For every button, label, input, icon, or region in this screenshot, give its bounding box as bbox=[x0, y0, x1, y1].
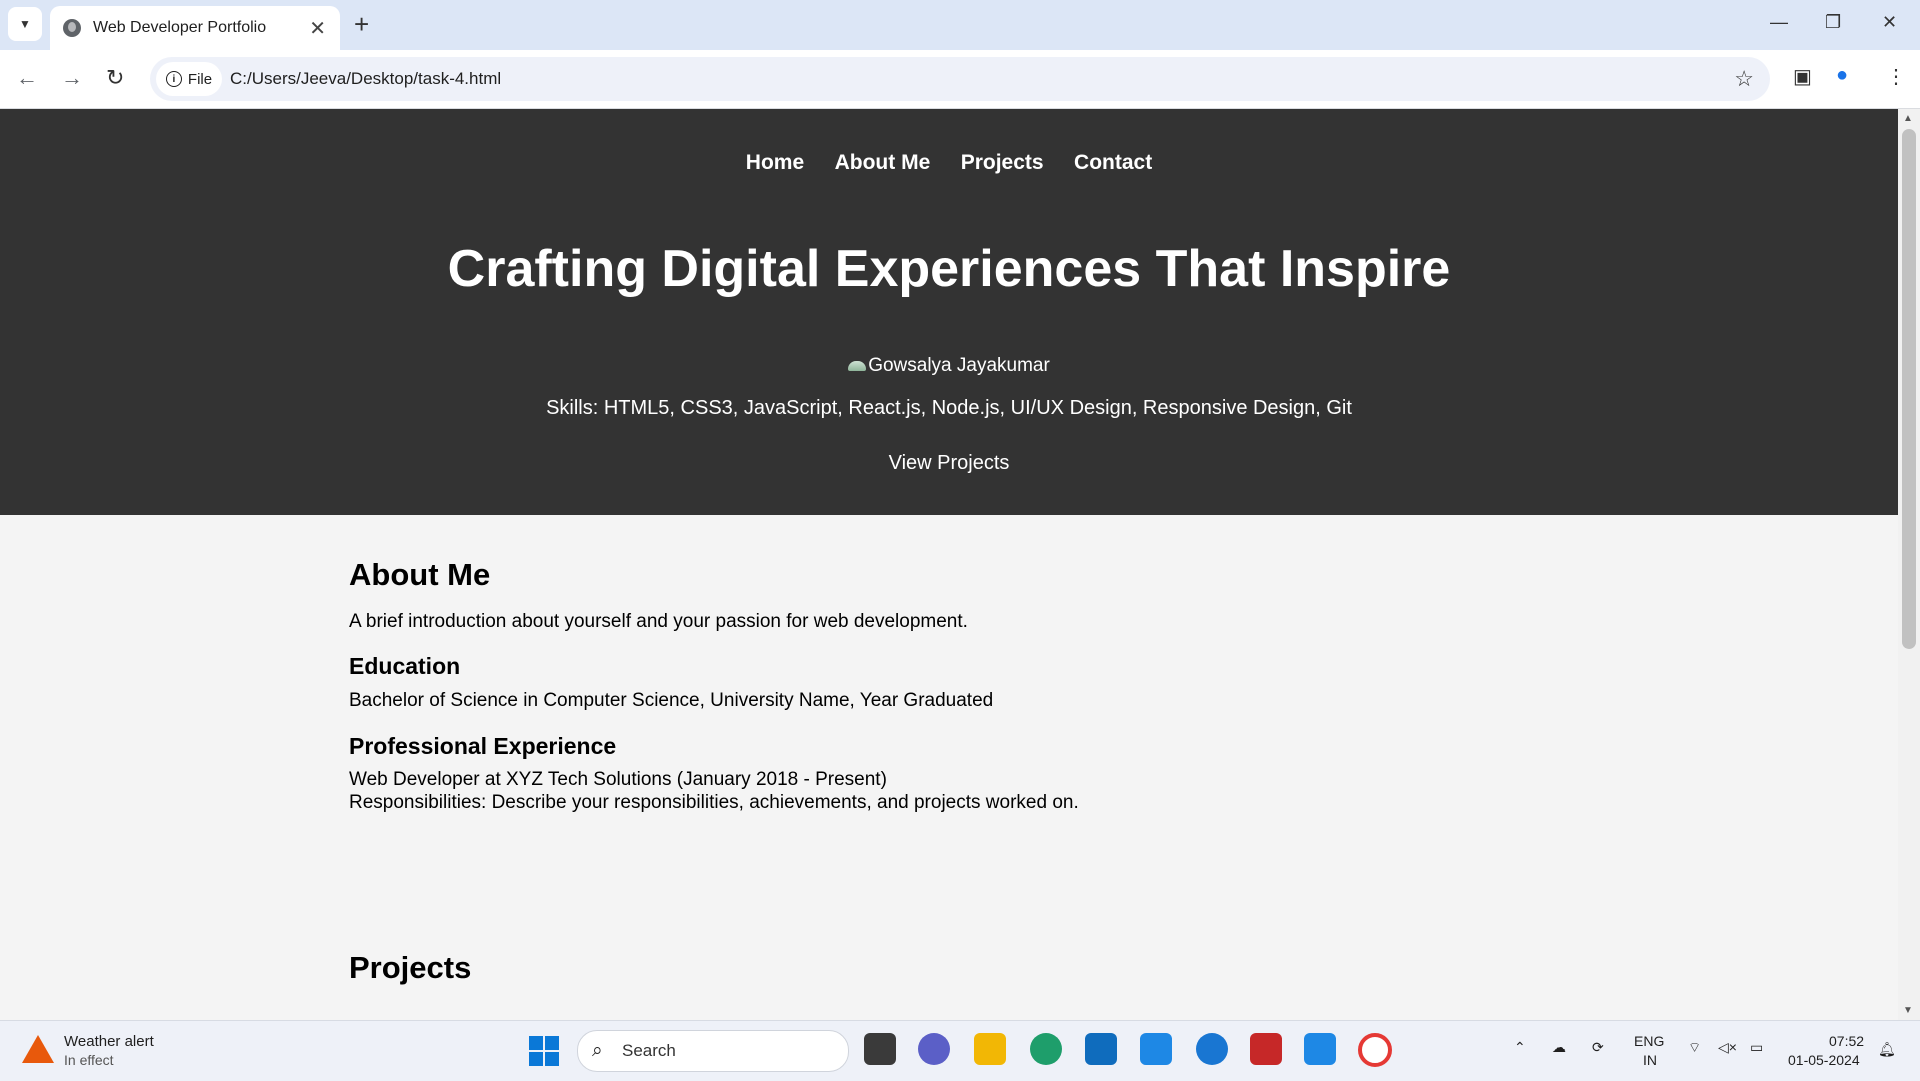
weather-alert-icon[interactable] bbox=[22, 1035, 54, 1063]
info-icon: i bbox=[165, 71, 182, 87]
projects-heading: Projects bbox=[349, 950, 472, 985]
nav-link-home[interactable]: Home bbox=[746, 151, 804, 174]
search-placeholder: Search bbox=[622, 1041, 676, 1060]
nav-link-contact[interactable]: Contact bbox=[1074, 151, 1152, 174]
back-button[interactable]: ← bbox=[16, 64, 38, 92]
page-scrollbar[interactable]: ▲ ▼ bbox=[1898, 109, 1920, 1020]
onedrive-icon[interactable]: ☁ bbox=[1552, 1039, 1566, 1056]
view-projects-link[interactable]: View Projects bbox=[0, 452, 1898, 475]
minimize-icon[interactable]: — bbox=[1770, 12, 1788, 33]
tab-title: Web Developer Portfolio bbox=[93, 19, 267, 36]
scroll-thumb[interactable] bbox=[1902, 129, 1916, 649]
skills-text: Skills: HTML5, CSS3, JavaScript, React.j… bbox=[546, 397, 1352, 419]
support-icon[interactable] bbox=[1196, 1033, 1228, 1065]
globe-icon bbox=[63, 19, 81, 37]
side-panel-icon[interactable]: ▣ bbox=[1793, 64, 1812, 89]
about-intro: A brief introduction about yourself and … bbox=[349, 611, 968, 632]
profile-alt-text: Gowsalya Jayakumar bbox=[868, 355, 1050, 376]
taskbar-search[interactable]: ⌕ Search bbox=[577, 1030, 849, 1072]
volume-muted-icon[interactable]: ◁× bbox=[1718, 1039, 1737, 1056]
task-view-icon[interactable] bbox=[864, 1033, 896, 1065]
browser-toolbar: ← → ↻ i File C:/Users/Jeeva/Desktop/task… bbox=[0, 50, 1920, 109]
chevron-down-icon: ▼ bbox=[19, 17, 31, 31]
experience-heading: Professional Experience bbox=[349, 733, 617, 759]
nav-link-projects[interactable]: Projects bbox=[961, 151, 1044, 174]
forward-button[interactable]: → bbox=[61, 64, 83, 92]
experience-line-2: Responsibilities: Describe your responsi… bbox=[349, 792, 1079, 813]
browser-tab[interactable]: Web Developer Portfolio ✕ bbox=[50, 6, 340, 50]
language-code[interactable]: ENG bbox=[1634, 1033, 1664, 1049]
vscode-icon[interactable] bbox=[1304, 1033, 1336, 1065]
mcafee-icon[interactable] bbox=[1250, 1033, 1282, 1065]
scroll-up-icon[interactable]: ▲ bbox=[1903, 113, 1913, 124]
site-info-chip[interactable]: i File bbox=[156, 62, 222, 96]
broken-image-icon bbox=[848, 361, 867, 371]
reload-button[interactable]: ↻ bbox=[106, 64, 124, 92]
url-text: C:/Users/Jeeva/Desktop/task-4.html bbox=[230, 69, 502, 88]
experience-line-1: Web Developer at XYZ Tech Solutions (Jan… bbox=[349, 769, 887, 790]
weather-subtitle: In effect bbox=[64, 1052, 114, 1068]
start-icon[interactable] bbox=[529, 1036, 559, 1066]
chip-label: File bbox=[187, 70, 213, 88]
chat-icon[interactable] bbox=[918, 1033, 950, 1065]
bookmark-star-icon[interactable]: ☆ bbox=[1734, 66, 1754, 92]
window-close-icon[interactable]: ✕ bbox=[1882, 12, 1897, 33]
tab-search-button[interactable]: ▼ bbox=[8, 7, 42, 41]
clock-time[interactable]: 07:52 bbox=[1829, 1033, 1864, 1049]
address-bar[interactable]: i File C:/Users/Jeeva/Desktop/task-4.htm… bbox=[150, 57, 1770, 101]
notification-bell-icon[interactable]: 🔔︎ bbox=[1878, 1041, 1896, 1058]
taskbar: Weather alert In effect ⌕ Search ⌃ ☁ ⟳ E… bbox=[0, 1020, 1920, 1081]
edge-icon[interactable] bbox=[1030, 1033, 1062, 1065]
clock-date[interactable]: 01-05-2024 bbox=[1788, 1052, 1860, 1068]
scroll-down-icon[interactable]: ▼ bbox=[1903, 1005, 1913, 1016]
search-icon: ⌕ bbox=[592, 1040, 603, 1061]
file-explorer-icon[interactable] bbox=[974, 1033, 1006, 1065]
site-nav: Home About Me Projects Contact bbox=[0, 151, 1898, 175]
profile-icon[interactable]: ● bbox=[1836, 64, 1848, 87]
battery-icon[interactable]: ▭ bbox=[1750, 1039, 1763, 1056]
myhp-icon[interactable] bbox=[1140, 1033, 1172, 1065]
close-icon[interactable]: ✕ bbox=[309, 16, 326, 41]
region-code[interactable]: IN bbox=[1643, 1052, 1657, 1068]
nav-link-about[interactable]: About Me bbox=[835, 151, 931, 174]
new-tab-button[interactable]: + bbox=[354, 10, 369, 38]
weather-title[interactable]: Weather alert bbox=[64, 1033, 154, 1050]
education-heading: Education bbox=[349, 653, 461, 679]
restore-icon[interactable]: ❐ bbox=[1825, 12, 1841, 33]
about-heading: About Me bbox=[349, 557, 491, 592]
store-icon[interactable] bbox=[1085, 1033, 1117, 1065]
browser-tab-strip: ▼ Web Developer Portfolio ✕ + — ❐ ✕ bbox=[0, 0, 1920, 50]
site-header: Home About Me Projects Contact Crafting … bbox=[0, 109, 1898, 515]
hero-title: Crafting Digital Experiences That Inspir… bbox=[447, 240, 1451, 298]
profile-image-broken: Gowsalya Jayakumar bbox=[0, 355, 1898, 377]
education-text: Bachelor of Science in Computer Science,… bbox=[349, 690, 994, 711]
sync-icon[interactable]: ⟳ bbox=[1592, 1039, 1604, 1056]
wifi-icon[interactable]: ⌔ bbox=[1688, 1039, 1701, 1057]
chevron-up-icon[interactable]: ⌃ bbox=[1514, 1039, 1526, 1056]
page-viewport: Home About Me Projects Contact Crafting … bbox=[0, 109, 1898, 1020]
chrome-icon[interactable] bbox=[1358, 1033, 1392, 1067]
menu-icon[interactable]: ⋮ bbox=[1886, 64, 1906, 89]
